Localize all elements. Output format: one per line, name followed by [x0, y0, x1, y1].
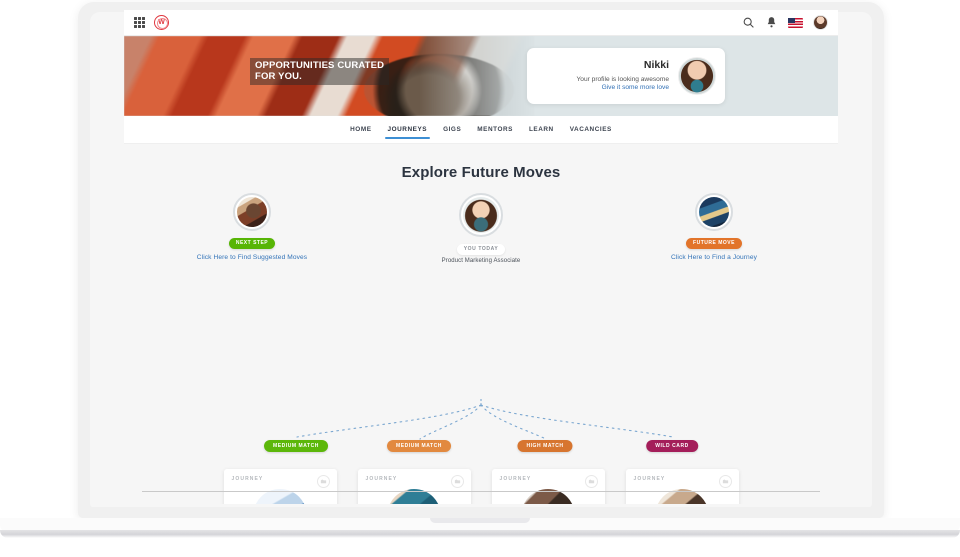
topbar-left-group: W [134, 15, 169, 30]
nav-item-journeys[interactable]: JOURNEYS [380, 121, 436, 139]
bookmark-save-icon[interactable] [584, 475, 598, 488]
hero-caption: OPPORTUNITIES CURATED FOR YOU. [250, 58, 390, 85]
card-kicker: JOURNEY [365, 476, 398, 482]
current-role-label: Product Marketing Associate [441, 258, 521, 264]
search-icon[interactable] [742, 16, 755, 29]
topbar-right-group [742, 15, 828, 30]
grid-apps-icon[interactable] [134, 17, 145, 28]
badge-next-step: NEXT STEP [228, 238, 276, 249]
match-badge-row: MEDIUM MATCH MEDIUM MATCH HIGH MATCH WIL… [124, 440, 838, 454]
brand-logo-icon[interactable]: W [154, 15, 169, 30]
user-avatar[interactable] [813, 15, 828, 30]
profile-text-group: Nikki Your profile is looking awesome Gi… [577, 59, 670, 92]
badge-you-today: YOU TODAY [456, 244, 506, 255]
notification-bell-icon[interactable] [765, 16, 778, 29]
move-current-center: YOU TODAY Product Marketing Associate [386, 193, 576, 264]
nav-item-home[interactable]: HOME [342, 121, 379, 139]
card-kicker: JOURNEY [633, 476, 666, 482]
nav-item-vacancies[interactable]: VACANCIES [562, 121, 620, 139]
match-badge-3: HIGH MATCH [517, 440, 573, 452]
screenshot-stage: W OPPORTUNITIES CURATED FOR YOU. Nikki Y… [0, 0, 960, 557]
laptop-base-shadow [0, 530, 960, 538]
main-content: Explore Future Moves NEXT STEP Click Her… [124, 144, 838, 504]
current-user-photo [463, 197, 499, 233]
profile-summary-card[interactable]: Nikki Your profile is looking awesome Gi… [527, 48, 725, 104]
profile-improve-link[interactable]: Give it some more love [577, 84, 669, 92]
bookmark-save-icon[interactable] [316, 475, 330, 488]
journey-card-2[interactable]: JOURNEY Alliance Management Specialist F… [357, 469, 471, 504]
link-find-a-journey[interactable]: Click Here to Find a Journey [619, 254, 809, 261]
hero-banner: OPPORTUNITIES CURATED FOR YOU. Nikki You… [124, 36, 838, 116]
nav-item-mentors[interactable]: MENTORS [469, 121, 521, 139]
nav-item-gigs[interactable]: GIGS [435, 121, 469, 139]
future-journey-photo [699, 197, 729, 227]
us-flag-icon[interactable] [788, 17, 803, 28]
browser-screen: W OPPORTUNITIES CURATED FOR YOU. Nikki Y… [124, 10, 838, 504]
match-badge-2: MEDIUM MATCH [387, 440, 451, 452]
journey-cards-row: JOURNEY Business Development Analyst NEX… [124, 469, 838, 504]
profile-photo[interactable] [678, 57, 716, 95]
laptop-base-notch [430, 518, 530, 523]
badge-future-move: FUTURE MOVE [686, 238, 742, 249]
card-kicker: JOURNEY [499, 476, 532, 482]
journey-card-1[interactable]: JOURNEY Business Development Analyst NEX… [223, 469, 337, 504]
main-navigation: HOME JOURNEYS GIGS MENTORS LEARN VACANCI… [124, 116, 838, 144]
future-journey-photo-ring[interactable] [695, 193, 733, 231]
app-topbar: W [124, 10, 838, 36]
match-badge-1: MEDIUM MATCH [264, 440, 328, 452]
current-user-photo-ring[interactable] [459, 193, 503, 237]
move-suggested-left: NEXT STEP Click Here to Find Suggested M… [157, 193, 347, 261]
move-future-right: FUTURE MOVE Click Here to Find a Journey [619, 193, 809, 261]
bookmark-save-icon[interactable] [450, 475, 464, 488]
journey-card-3[interactable]: JOURNEY Senior Product Marketing Special… [491, 469, 605, 504]
profile-subtitle: Your profile is looking awesome [576, 75, 670, 83]
bookmark-save-icon[interactable] [718, 475, 732, 488]
nav-item-learn[interactable]: LEARN [521, 121, 562, 139]
suggested-moves-photo [237, 197, 267, 227]
profile-name: Nikki [643, 59, 669, 72]
suggested-moves-photo-ring[interactable] [233, 193, 271, 231]
link-find-suggested-moves[interactable]: Click Here to Find Suggested Moves [157, 254, 347, 261]
card-kicker: JOURNEY [231, 476, 264, 482]
match-badge-4: WILD CARD [646, 440, 698, 452]
journey-card-4[interactable]: JOURNEY Research and Development Lead WI… [625, 469, 739, 504]
moves-row: NEXT STEP Click Here to Find Suggested M… [124, 193, 838, 271]
content-bottom-divider [142, 491, 820, 492]
page-title: Explore Future Moves [401, 164, 561, 181]
